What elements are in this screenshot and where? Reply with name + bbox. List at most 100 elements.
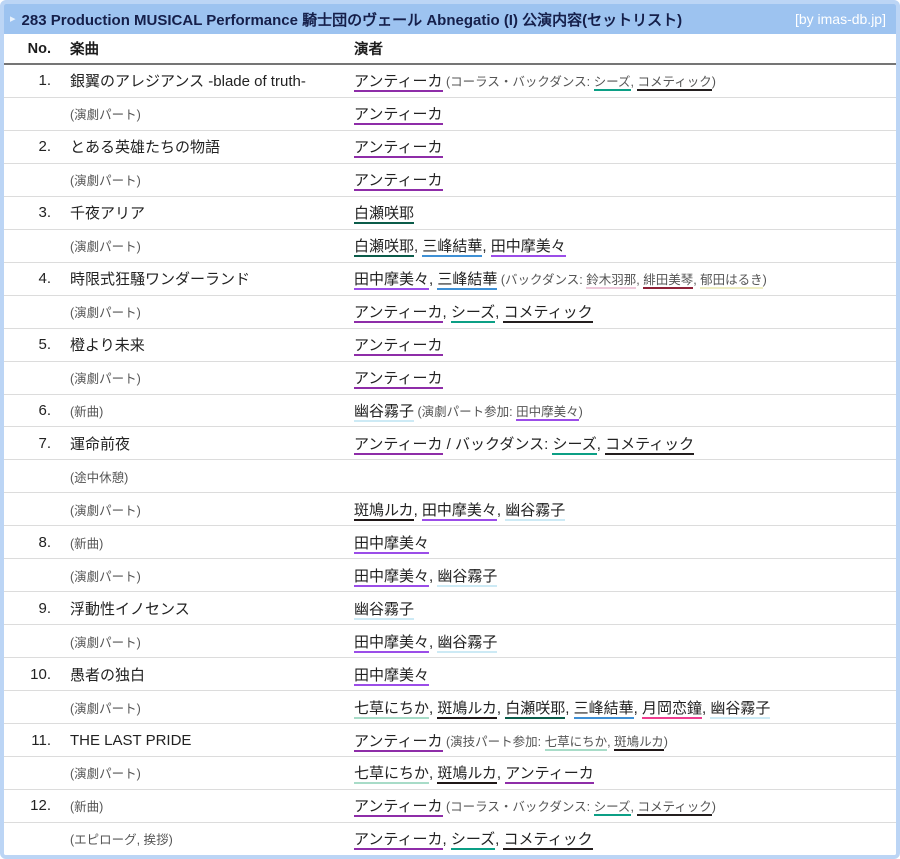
performer-text: ) (578, 405, 583, 419)
row-number: 2. (38, 138, 51, 156)
byline-link[interactable]: [by imas-db.jp] (795, 11, 886, 27)
performer-link[interactable]: アンティーカ (354, 106, 443, 126)
performer-link[interactable]: 七草にちか (354, 699, 430, 719)
performer-link[interactable]: 緋田美琴 (643, 273, 694, 290)
performer-link[interactable]: 田中摩美々 (354, 633, 430, 653)
song-title: とある英雄たちの物語 (70, 139, 221, 157)
table-row: (演劇パート) 斑鳩ルカ, 田中摩美々, 幽谷霧子 (4, 493, 896, 527)
performer-cell: 幽谷霧子 (344, 598, 896, 620)
performer-link[interactable]: アンティーカ (505, 765, 594, 785)
performer-link[interactable]: 三峰結華 (573, 699, 634, 719)
performer-link[interactable]: 斑鳩ルカ (354, 501, 414, 521)
collapse-arrow-icon[interactable]: ▸ (10, 13, 16, 25)
performer-link[interactable]: アンティーカ (354, 831, 443, 851)
performer-link[interactable]: 幽谷霧子 (354, 600, 415, 620)
performer-link[interactable]: 七草にちか (544, 734, 608, 751)
performer-cell: アンティーカ (344, 136, 896, 159)
performer-cell: アンティーカ (344, 169, 896, 192)
performer-text: , (496, 501, 506, 519)
table-row: (演劇パート) 白瀬咲耶, 三峰結華, 田中摩美々 (4, 229, 896, 263)
performer-cell: 田中摩美々, 幽谷霧子 (344, 565, 896, 587)
performer-link[interactable]: 田中摩美々 (354, 271, 430, 291)
table-row: (演劇パート) 七草にちか, 斑鳩ルカ, アンティーカ (4, 757, 896, 790)
performer-link[interactable]: 三峰結華 (422, 238, 483, 258)
row-number: 10. (30, 665, 51, 683)
song-sub-label: (演劇パート) (70, 635, 141, 650)
performer-text: , (565, 699, 574, 717)
performer-cell: 白瀬咲耶 (344, 202, 896, 225)
performer-link[interactable]: 鈴木羽那 (586, 273, 637, 290)
performer-link[interactable]: シーズ (593, 800, 631, 817)
performer-cell: アンティーカ, シーズ, コメティック (344, 828, 896, 851)
performer-text: , (496, 699, 506, 717)
performer-link[interactable]: 白瀬咲耶 (505, 699, 566, 719)
song-sub-label: (演劇パート) (70, 767, 141, 782)
song-sub-label: (新曲) (70, 800, 104, 815)
performer-link[interactable]: アンティーカ (354, 798, 443, 818)
performer-link[interactable]: アンティーカ (354, 732, 443, 752)
performer-link[interactable]: 幽谷霧子 (710, 699, 771, 719)
table-row: 9. 浮動性イノセンス 幽谷霧子 (4, 592, 896, 626)
header-bar: ▸ 283 Production MUSICAL Performance 騎士団… (4, 4, 896, 34)
performer-cell: 七草にちか, 斑鳩ルカ, アンティーカ (344, 762, 896, 785)
performer-link[interactable]: シーズ (450, 831, 496, 851)
performer-link[interactable]: 田中摩美々 (354, 666, 430, 686)
performer-link[interactable]: 白瀬咲耶 (354, 238, 415, 258)
performer-link[interactable]: 幽谷霧子 (354, 403, 415, 422)
performer-link[interactable]: シーズ (593, 75, 631, 92)
performer-link[interactable]: 斑鳩ルカ (437, 765, 497, 785)
song-sub-label: (新曲) (70, 536, 104, 551)
performer-link[interactable]: 田中摩美々 (516, 405, 579, 421)
performer-link[interactable]: コメティック (503, 831, 593, 851)
table-row: (途中休憩) (4, 460, 896, 494)
performer-link[interactable]: 斑鳩ルカ (614, 734, 664, 751)
performer-cell: アンティーカ (コーラス・バックダンス: シーズ, コメティック) (344, 795, 896, 818)
performer-link[interactable]: シーズ (552, 435, 597, 455)
performer-cell: 田中摩美々 (344, 532, 896, 554)
performer-link[interactable]: 斑鳩ルカ (437, 699, 497, 719)
song-sub-label: (新曲) (70, 405, 104, 419)
performer-link[interactable]: アンティーカ (354, 73, 443, 93)
table-row: 2. とある英雄たちの物語 アンティーカ (4, 130, 896, 164)
performer-link[interactable]: 田中摩美々 (421, 501, 497, 521)
performer-link[interactable]: アンティーカ (354, 337, 443, 357)
performer-link[interactable]: 月岡恋鐘 (641, 699, 702, 719)
performer-link[interactable]: 田中摩美々 (354, 567, 430, 587)
performer-link[interactable]: 七草にちか (354, 765, 430, 785)
performer-text: , (413, 501, 422, 519)
song-title: THE LAST PRIDE (70, 731, 192, 749)
performer-link[interactable]: 田中摩美々 (490, 238, 566, 258)
performer-link[interactable]: アンティーカ (354, 172, 443, 192)
table-row: (演劇パート) アンティーカ, シーズ, コメティック (4, 295, 896, 329)
song-sub-label: (演劇パート) (70, 569, 141, 584)
performer-link[interactable]: コメティック (637, 800, 712, 817)
table-row: 10. 愚者の独白 田中摩美々 (4, 658, 896, 692)
song-title: 浮動性イノセンス (70, 600, 190, 618)
setlist-panel: ▸ 283 Production MUSICAL Performance 騎士団… (0, 0, 900, 859)
column-header-song: 楽曲 (70, 42, 99, 58)
performer-cell: アンティーカ (344, 334, 896, 357)
performer-link[interactable]: 幽谷霧子 (505, 501, 566, 521)
performer-link[interactable]: コメティック (637, 75, 712, 92)
performer-link[interactable]: アンティーカ (354, 304, 443, 324)
performer-link[interactable]: コメティック (605, 435, 695, 455)
performer-link[interactable]: 幽谷霧子 (437, 633, 498, 653)
performer-link[interactable]: シーズ (450, 304, 496, 324)
song-sub-label: (演劇パート) (70, 372, 141, 387)
performer-link[interactable]: アンティーカ (354, 435, 443, 455)
performer-link[interactable]: 幽谷霧子 (437, 567, 498, 587)
performer-link[interactable]: コメティック (503, 304, 593, 324)
song-sub-label: (演劇パート) (70, 701, 141, 716)
performer-cell: 白瀬咲耶, 三峰結華, 田中摩美々 (344, 235, 896, 258)
row-number: 4. (38, 270, 51, 288)
performer-link[interactable]: 田中摩美々 (354, 534, 430, 554)
performer-link[interactable]: アンティーカ (354, 139, 443, 159)
performer-link[interactable]: 郁田はるき (700, 273, 763, 290)
song-sub-label: (演劇パート) (70, 174, 141, 189)
performer-link[interactable]: アンティーカ (354, 370, 443, 390)
performer-link[interactable]: 白瀬咲耶 (354, 205, 415, 225)
performer-link[interactable]: 三峰結華 (437, 271, 498, 291)
performer-text: (バックダンス: (497, 273, 587, 288)
performer-cell: 田中摩美々 (344, 664, 896, 686)
performer-text: ) (711, 75, 716, 90)
